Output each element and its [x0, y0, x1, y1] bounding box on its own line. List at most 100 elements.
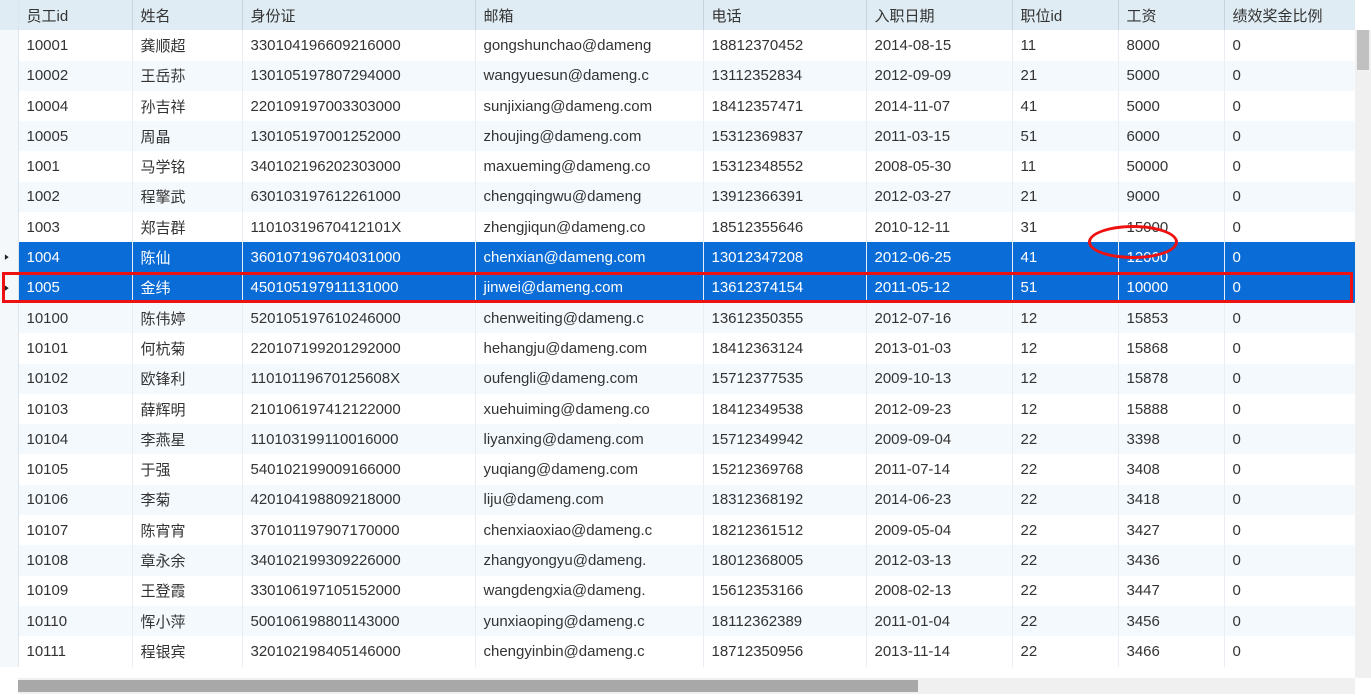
cell-bonus[interactable]: 0	[1224, 333, 1355, 363]
cell-phone[interactable]: 13612350355	[703, 303, 866, 333]
table-row[interactable]: 10002王岳荪130105197807294000wangyuesun@dam…	[0, 61, 1355, 91]
cell-phone[interactable]: 15212369768	[703, 454, 866, 484]
cell-name[interactable]: 王岳荪	[132, 61, 242, 91]
cell-phone[interactable]: 15312348552	[703, 151, 866, 181]
table-row[interactable]: 10004孙吉祥220109197003303000sunjixiang@dam…	[0, 91, 1355, 121]
cell-salary[interactable]: 3447	[1118, 576, 1224, 606]
cell-pos[interactable]: 12	[1012, 394, 1118, 424]
row-gutter[interactable]	[0, 303, 18, 333]
row-gutter[interactable]	[0, 333, 18, 363]
cell-salary[interactable]: 3408	[1118, 454, 1224, 484]
cell-bonus[interactable]: 0	[1224, 364, 1355, 394]
row-gutter[interactable]	[0, 394, 18, 424]
cell-hire[interactable]: 2012-09-09	[866, 61, 1012, 91]
cell-salary[interactable]: 3418	[1118, 485, 1224, 515]
cell-idcard[interactable]: 520105197610246000	[242, 303, 475, 333]
cell-idcard[interactable]: 330106197105152000	[242, 576, 475, 606]
cell-pos[interactable]: 21	[1012, 61, 1118, 91]
cell-idcard[interactable]: 320102198405146000	[242, 636, 475, 666]
table-row[interactable]: 1005金纬450105197911131000jinwei@dameng.co…	[0, 273, 1355, 303]
row-gutter[interactable]	[0, 273, 18, 303]
column-header-salary[interactable]: 工资	[1118, 0, 1224, 30]
cell-hire[interactable]: 2010-12-11	[866, 212, 1012, 242]
cell-id[interactable]: 1003	[18, 212, 132, 242]
cell-phone[interactable]: 15712349942	[703, 424, 866, 454]
cell-phone[interactable]: 18212361512	[703, 515, 866, 545]
cell-email[interactable]: oufengli@dameng.com	[475, 364, 703, 394]
cell-idcard[interactable]: 540102199009166000	[242, 454, 475, 484]
cell-id[interactable]: 10103	[18, 394, 132, 424]
cell-id[interactable]: 1002	[18, 182, 132, 212]
cell-name[interactable]: 陈伟婷	[132, 303, 242, 333]
table-row[interactable]: 10111程银宾320102198405146000chengyinbin@da…	[0, 636, 1355, 666]
cell-salary[interactable]: 3466	[1118, 636, 1224, 666]
cell-id[interactable]: 10108	[18, 545, 132, 575]
column-header-email[interactable]: 邮箱	[475, 0, 703, 30]
cell-phone[interactable]: 18512355646	[703, 212, 866, 242]
cell-idcard[interactable]: 11010119670125608X	[242, 364, 475, 394]
cell-pos[interactable]: 51	[1012, 121, 1118, 151]
cell-idcard[interactable]: 450105197911131000	[242, 273, 475, 303]
cell-email[interactable]: chenweiting@dameng.c	[475, 303, 703, 333]
table-row[interactable]: 1004陈仙360107196704031000chenxian@dameng.…	[0, 242, 1355, 272]
table-row[interactable]: 10005周晶130105197001252000zhoujing@dameng…	[0, 121, 1355, 151]
cell-pos[interactable]: 22	[1012, 485, 1118, 515]
cell-email[interactable]: jinwei@dameng.com	[475, 273, 703, 303]
cell-hire[interactable]: 2011-03-15	[866, 121, 1012, 151]
row-gutter[interactable]	[0, 606, 18, 636]
cell-name[interactable]: 周晶	[132, 121, 242, 151]
cell-name[interactable]: 薛辉明	[132, 394, 242, 424]
cell-name[interactable]: 章永余	[132, 545, 242, 575]
cell-bonus[interactable]: 0	[1224, 121, 1355, 151]
cell-salary[interactable]: 6000	[1118, 121, 1224, 151]
cell-phone[interactable]: 18012368005	[703, 545, 866, 575]
cell-bonus[interactable]: 0	[1224, 606, 1355, 636]
cell-email[interactable]: hehangju@dameng.com	[475, 333, 703, 363]
cell-email[interactable]: wangdengxia@dameng.	[475, 576, 703, 606]
cell-bonus[interactable]: 0	[1224, 454, 1355, 484]
cell-idcard[interactable]: 220107199201292000	[242, 333, 475, 363]
cell-hire[interactable]: 2012-03-27	[866, 182, 1012, 212]
cell-bonus[interactable]: 0	[1224, 485, 1355, 515]
cell-name[interactable]: 李菊	[132, 485, 242, 515]
table-row[interactable]: 10109王登霞330106197105152000wangdengxia@da…	[0, 576, 1355, 606]
column-header-hire[interactable]: 入职日期	[866, 0, 1012, 30]
cell-bonus[interactable]: 0	[1224, 182, 1355, 212]
row-gutter[interactable]	[0, 151, 18, 181]
row-gutter[interactable]	[0, 545, 18, 575]
cell-hire[interactable]: 2013-01-03	[866, 333, 1012, 363]
cell-email[interactable]: sunjixiang@dameng.com	[475, 91, 703, 121]
cell-email[interactable]: chengqingwu@dameng	[475, 182, 703, 212]
row-gutter[interactable]	[0, 91, 18, 121]
row-gutter[interactable]	[0, 576, 18, 606]
cell-pos[interactable]: 21	[1012, 182, 1118, 212]
table-row[interactable]: 1001马学铭340102196202303000maxueming@damen…	[0, 151, 1355, 181]
cell-name[interactable]: 李燕星	[132, 424, 242, 454]
column-header-bonus[interactable]: 绩效奖金比例	[1224, 0, 1355, 30]
cell-idcard[interactable]: 500106198801143000	[242, 606, 475, 636]
table-row[interactable]: 10105于强540102199009166000yuqiang@dameng.…	[0, 454, 1355, 484]
cell-pos[interactable]: 22	[1012, 606, 1118, 636]
cell-hire[interactable]: 2011-05-12	[866, 273, 1012, 303]
row-gutter[interactable]	[0, 515, 18, 545]
cell-id[interactable]: 10106	[18, 485, 132, 515]
cell-name[interactable]: 孙吉祥	[132, 91, 242, 121]
cell-hire[interactable]: 2014-11-07	[866, 91, 1012, 121]
cell-phone[interactable]: 15712377535	[703, 364, 866, 394]
cell-email[interactable]: yunxiaoping@dameng.c	[475, 606, 703, 636]
cell-id[interactable]: 10111	[18, 636, 132, 666]
cell-salary[interactable]: 15888	[1118, 394, 1224, 424]
cell-id[interactable]: 1001	[18, 151, 132, 181]
cell-pos[interactable]: 11	[1012, 30, 1118, 60]
cell-idcard[interactable]: 210106197412122000	[242, 394, 475, 424]
cell-idcard[interactable]: 110103199110016000	[242, 424, 475, 454]
row-gutter[interactable]	[0, 485, 18, 515]
column-header-phone[interactable]: 电话	[703, 0, 866, 30]
cell-id[interactable]: 1005	[18, 273, 132, 303]
table-row[interactable]: 10110恽小萍500106198801143000yunxiaoping@da…	[0, 606, 1355, 636]
cell-hire[interactable]: 2014-08-15	[866, 30, 1012, 60]
cell-idcard[interactable]: 340102199309226000	[242, 545, 475, 575]
cell-phone[interactable]: 18112362389	[703, 606, 866, 636]
cell-hire[interactable]: 2009-10-13	[866, 364, 1012, 394]
cell-name[interactable]: 程擎武	[132, 182, 242, 212]
